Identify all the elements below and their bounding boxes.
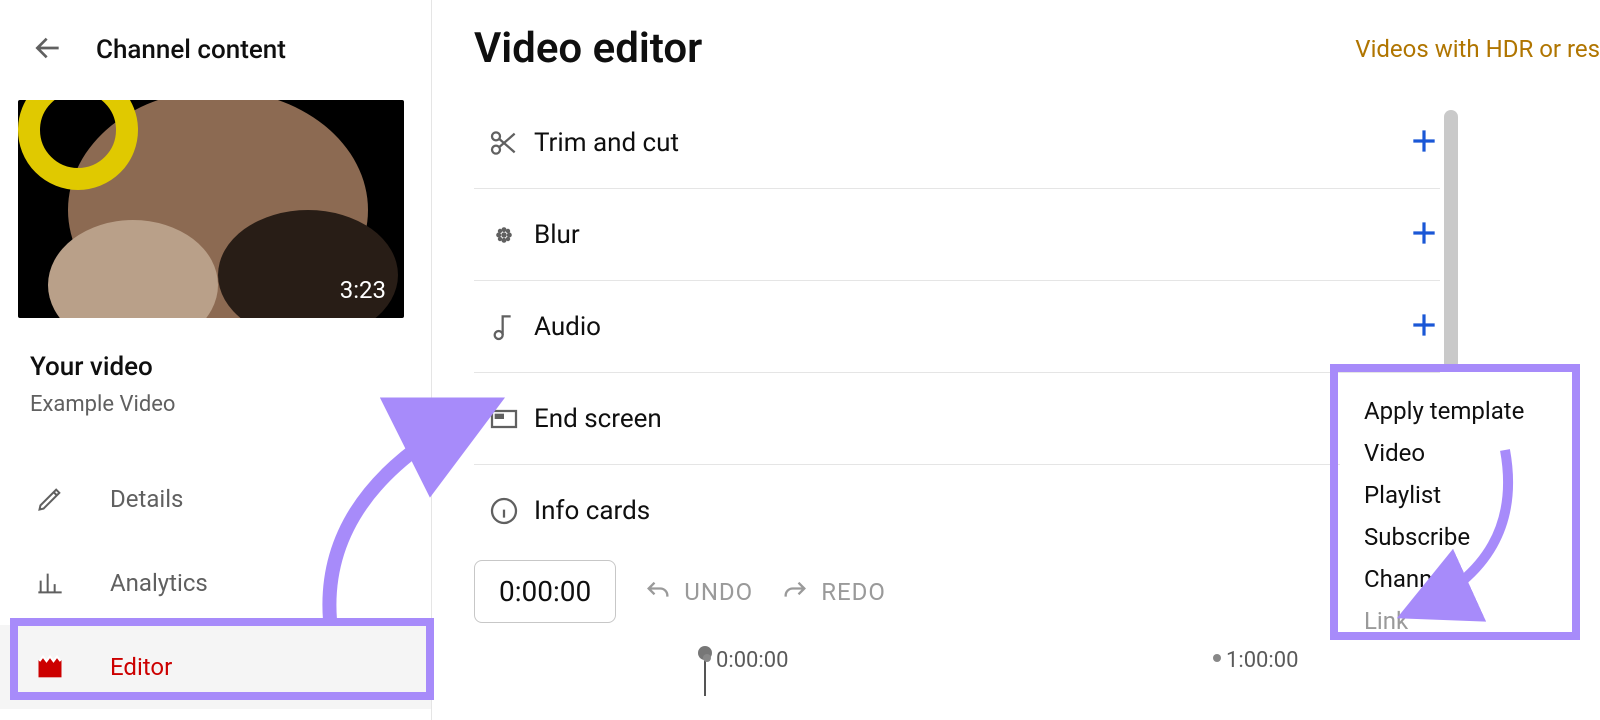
redo-label: REDO (821, 578, 886, 606)
video-thumbnail[interactable]: 3:23 (18, 100, 404, 318)
menu-video[interactable]: Video (1364, 432, 1546, 474)
clapper-icon (34, 651, 66, 683)
tool-info-cards[interactable]: Info cards (474, 465, 1440, 557)
menu-channel[interactable]: Channel (1364, 558, 1546, 600)
main-header: Video editor Videos with HDR or res (432, 0, 1600, 97)
tool-label: Audio (534, 312, 1408, 342)
tool-blur[interactable]: Blur (474, 189, 1440, 281)
pencil-icon (34, 483, 66, 515)
redo-button[interactable]: REDO (781, 578, 886, 606)
sidebar-item-analytics[interactable]: Analytics (0, 541, 431, 625)
music-note-icon (474, 311, 534, 343)
nav-label: Analytics (110, 569, 208, 597)
scissors-icon (474, 127, 534, 159)
thumbnail-duration: 3:23 (340, 276, 386, 304)
back-arrow-icon[interactable] (32, 32, 64, 68)
sidebar-header: Channel content (0, 0, 431, 100)
thumbnail-art (78, 100, 344, 318)
sidebar-item-details[interactable]: Details (0, 457, 431, 541)
tool-list: Trim and cut Blur Audio End screen (474, 97, 1440, 557)
your-video-block: Your video Example Video (30, 352, 401, 417)
sidebar: Channel content 3:23 Your video Example … (0, 0, 432, 720)
nav-label: Editor (110, 653, 172, 681)
add-audio-button[interactable] (1408, 309, 1440, 345)
menu-playlist[interactable]: Playlist (1364, 474, 1546, 516)
add-blur-button[interactable] (1408, 217, 1440, 253)
page-title: Video editor (474, 24, 702, 73)
tool-label: Blur (534, 220, 1408, 250)
sidebar-item-editor[interactable]: Editor (0, 625, 431, 709)
menu-apply-template[interactable]: Apply template (1364, 390, 1546, 432)
time-display[interactable]: 0:00:00 (474, 560, 616, 623)
video-name: Example Video (30, 392, 401, 417)
menu-subscribe[interactable]: Subscribe (1364, 516, 1546, 558)
info-icon (474, 495, 534, 527)
hdr-restriction-link[interactable]: Videos with HDR or res (1355, 35, 1600, 63)
tool-audio[interactable]: Audio (474, 281, 1440, 373)
sidebar-nav: Details Analytics Editor (0, 457, 431, 709)
sidebar-title: Channel content (96, 35, 286, 65)
tool-end-screen[interactable]: End screen (474, 373, 1440, 465)
end-screen-icon (474, 403, 534, 435)
vertical-scrollbar[interactable] (1444, 110, 1458, 370)
end-screen-menu: Apply template Video Playlist Subscribe … (1340, 374, 1570, 658)
analytics-icon (34, 567, 66, 599)
add-trim-button[interactable] (1408, 125, 1440, 161)
tool-label: Trim and cut (534, 128, 1408, 158)
ruler-tick-1: 1:00:00 (1226, 648, 1298, 673)
tool-trim[interactable]: Trim and cut (474, 97, 1440, 189)
undo-label: UNDO (684, 578, 753, 606)
ruler-tick-0: 0:00:00 (716, 648, 788, 673)
tool-label: Info cards (534, 496, 1440, 526)
tool-label: End screen (534, 404, 1440, 434)
your-video-label: Your video (30, 352, 401, 382)
menu-link[interactable]: Link (1364, 600, 1546, 642)
undo-button[interactable]: UNDO (644, 578, 753, 606)
nav-label: Details (110, 485, 183, 513)
blur-icon (474, 219, 534, 251)
